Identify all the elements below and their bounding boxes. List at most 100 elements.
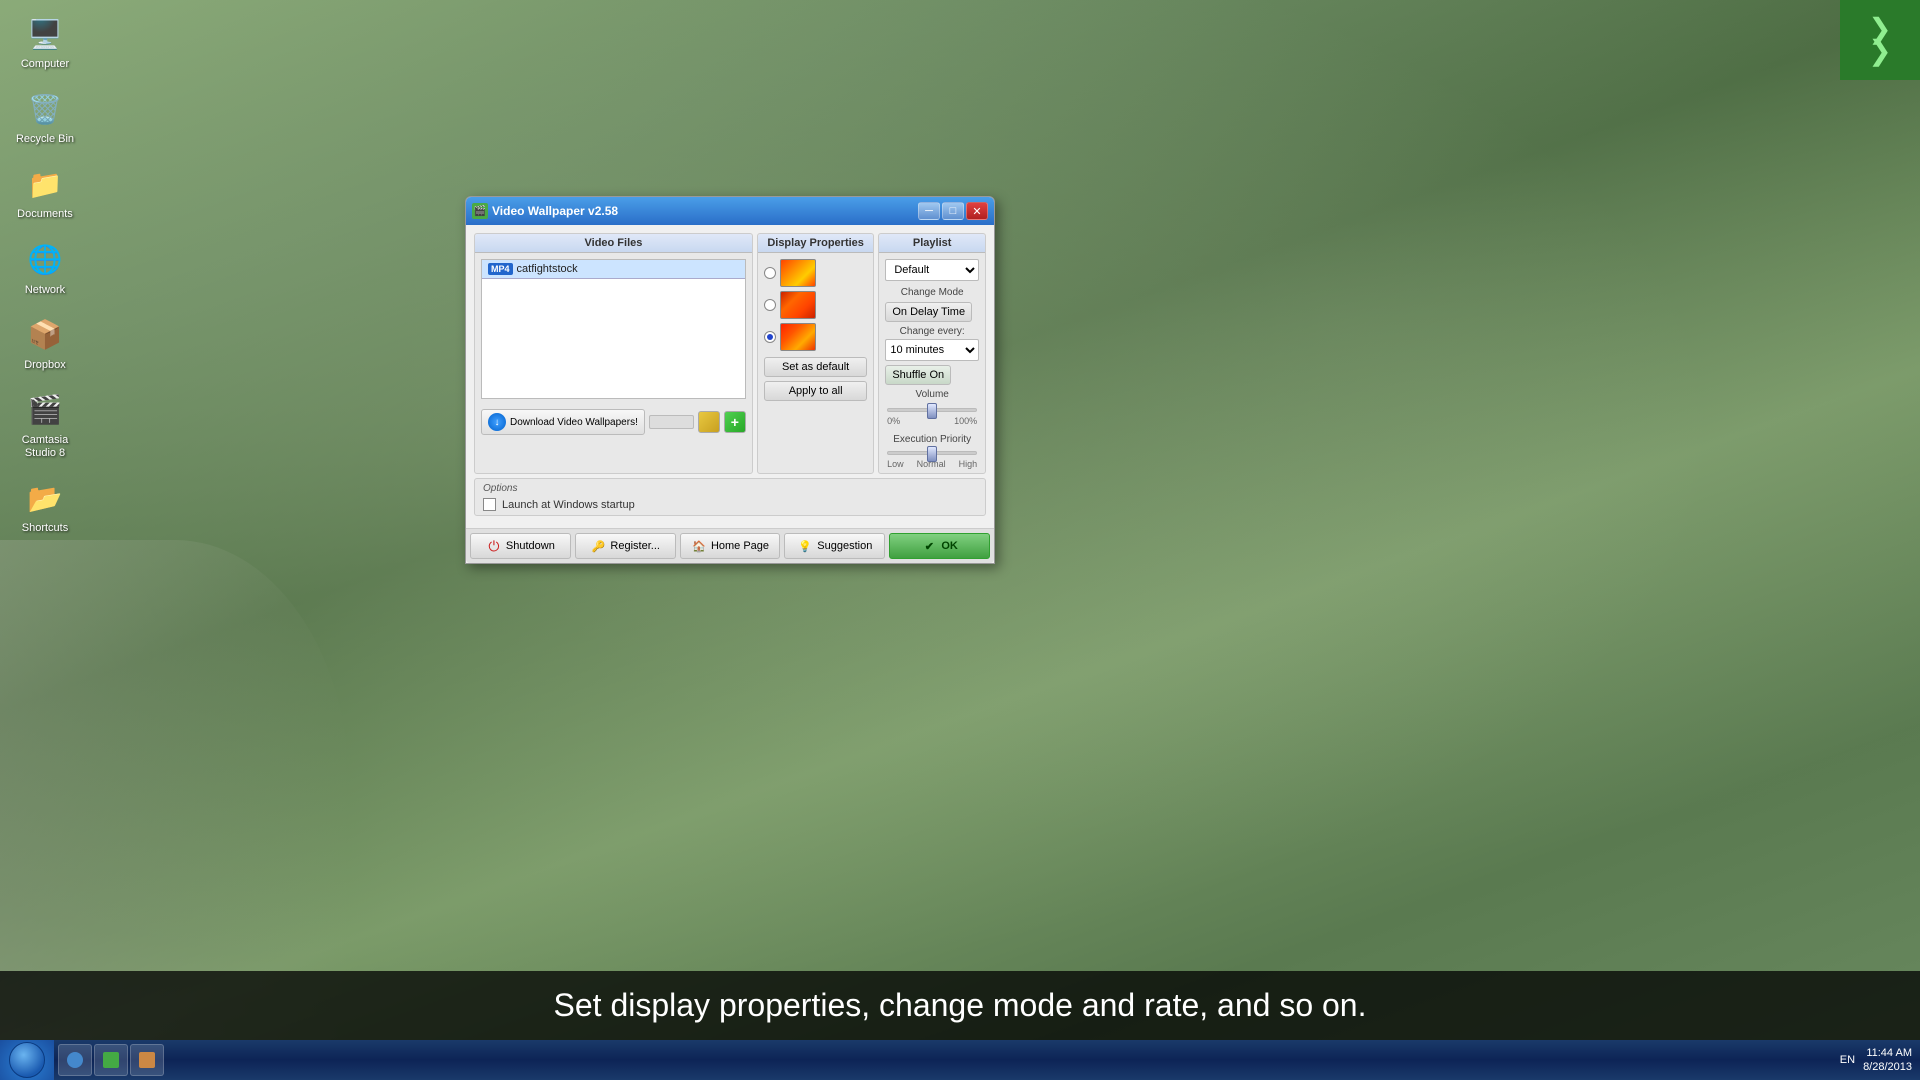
launch-startup-label: Launch at Windows startup [502, 499, 635, 511]
desktop-icon-network[interactable]: 🌐 Network [10, 236, 80, 301]
caption-bar: Set display properties, change mode and … [0, 971, 1920, 1040]
desktop-icon-computer[interactable]: 🖥️ Computer [10, 10, 80, 75]
volume-slider-track[interactable] [887, 408, 977, 412]
radio-btn-2[interactable] [764, 299, 776, 311]
video-controls: ↓ Download Video Wallpapers! + [475, 405, 752, 439]
caption-text: Set display properties, change mode and … [554, 987, 1367, 1023]
home-page-button[interactable]: 🏠 Home Page [680, 533, 781, 559]
priority-low-label: Low [887, 459, 904, 469]
thumbnail-3[interactable] [780, 323, 816, 351]
network-icon: 🌐 [25, 240, 65, 280]
taskbar-language: EN [1840, 1054, 1855, 1066]
computer-label: Computer [21, 58, 69, 71]
volume-section: Volume 0% 100% [879, 385, 985, 430]
set-as-default-button[interactable]: Set as default [764, 357, 867, 377]
desktop-icon-shortcuts[interactable]: 📂 Shortcuts [10, 474, 80, 539]
shutdown-button[interactable]: ⏻ Shutdown [470, 533, 571, 559]
taskbar-clock: 11:44 AM 8/28/2013 [1863, 1046, 1912, 1075]
desktop-icon-camtasia[interactable]: 🎬 Camtasia Studio 8 [10, 386, 80, 464]
priority-slider-track[interactable] [887, 451, 977, 455]
desktop-icon-dropbox[interactable]: 📦 Dropbox [10, 311, 80, 376]
recycle-bin-icon: 🗑️ [25, 89, 65, 129]
options-title: Options [483, 483, 977, 494]
display-action-buttons: Set as default Apply to all [758, 357, 873, 407]
shutdown-icon: ⏻ [486, 538, 502, 554]
download-button[interactable]: ↓ Download Video Wallpapers! [481, 409, 645, 435]
shuffle-button[interactable]: Shuffle On [885, 365, 951, 385]
desktop-icon-documents[interactable]: 📁 Documents [10, 160, 80, 225]
playlist-dropdown-row: Default [885, 259, 979, 281]
display-props-panel: Display Properties [757, 233, 874, 474]
video-file-badge: MP4 [488, 263, 513, 275]
ok-button[interactable]: ✔ OK [889, 533, 990, 559]
shortcuts-icon: 📂 [25, 478, 65, 518]
priority-slider-thumb[interactable] [927, 446, 937, 462]
playlist-select[interactable]: Default [885, 259, 979, 281]
execution-priority-title: Execution Priority [885, 434, 979, 445]
corner-widget[interactable]: ❯ ❯ [1840, 0, 1920, 80]
taskbar-item-icon-3 [139, 1052, 155, 1068]
change-every-select[interactable]: 10 minutes [885, 339, 979, 361]
playlist-header: Playlist [879, 234, 985, 253]
taskbar-item-2[interactable] [94, 1044, 128, 1076]
ok-label: OK [941, 540, 958, 552]
volume-min-label: 0% [887, 416, 900, 426]
download-label: Download Video Wallpapers! [510, 417, 638, 428]
options-section: Options Launch at Windows startup [474, 478, 986, 516]
main-sections-row: Video Files MP4 catfightstock ↓ Download… [474, 233, 986, 474]
execution-priority-section: Execution Priority Low Normal High [879, 430, 985, 473]
priority-high-label: High [959, 459, 978, 469]
taskbar-right: EN 11:44 AM 8/28/2013 [1832, 1046, 1920, 1075]
radio-btn-3[interactable] [764, 331, 776, 343]
video-files-list[interactable]: MP4 catfightstock [481, 259, 746, 399]
display-props-header: Display Properties [758, 234, 873, 253]
suggestion-icon: 💡 [797, 538, 813, 554]
launch-startup-row: Launch at Windows startup [483, 498, 977, 511]
start-orb-icon [9, 1042, 45, 1078]
minimize-button[interactable]: ─ [918, 202, 940, 220]
taskbar-item-icon-1 [67, 1052, 83, 1068]
thumb-row-1 [764, 259, 867, 287]
thumbnail-1[interactable] [780, 259, 816, 287]
volume-slider-container: 0% 100% [885, 404, 979, 426]
thumbnail-2[interactable] [780, 291, 816, 319]
volume-max-label: 100% [954, 416, 977, 426]
dialog-app-icon: 🎬 [472, 203, 488, 219]
apply-to-all-button[interactable]: Apply to all [764, 381, 867, 401]
close-button[interactable]: ✕ [966, 202, 988, 220]
dropbox-icon: 📦 [25, 315, 65, 355]
dialog-titlebar: 🎬 Video Wallpaper v2.58 ─ □ ✕ [466, 197, 994, 225]
radio-btn-1[interactable] [764, 267, 776, 279]
desktop-icon-recycle-bin[interactable]: 🗑️ Recycle Bin [10, 85, 80, 150]
video-files-header: Video Files [475, 234, 752, 253]
maximize-button[interactable]: □ [942, 202, 964, 220]
on-delay-time-button[interactable]: On Delay Time [885, 302, 972, 322]
register-label: Register... [610, 540, 660, 552]
dropbox-label: Dropbox [24, 359, 66, 372]
dialog-body: Video Files MP4 catfightstock ↓ Download… [466, 225, 994, 528]
chevron-down-icon-2: ❯ [1868, 40, 1891, 62]
home-icon: 🏠 [691, 538, 707, 554]
add-video-button[interactable]: + [724, 411, 746, 433]
change-every-label: Change every: [885, 326, 979, 337]
camtasia-label: Camtasia Studio 8 [14, 434, 76, 460]
documents-icon: 📁 [25, 164, 65, 204]
suggestion-button[interactable]: 💡 Suggestion [784, 533, 885, 559]
dialog-title: Video Wallpaper v2.58 [492, 204, 914, 218]
taskbar-item-1[interactable] [58, 1044, 92, 1076]
launch-startup-checkbox[interactable] [483, 498, 496, 511]
start-button[interactable] [0, 1040, 54, 1080]
computer-icon: 🖥️ [25, 14, 65, 54]
taskbar-item-3[interactable] [130, 1044, 164, 1076]
change-mode-section: Change Mode On Delay Time Change every: … [879, 287, 985, 385]
color-button[interactable] [698, 411, 720, 433]
priority-slider-container: Low Normal High [885, 447, 979, 469]
suggestion-label: Suggestion [817, 540, 872, 552]
taskbar-items [54, 1040, 1832, 1080]
volume-slider-thumb[interactable] [927, 403, 937, 419]
video-file-item[interactable]: MP4 catfightstock [482, 260, 745, 279]
register-button[interactable]: 🔑 Register... [575, 533, 676, 559]
taskbar-time: 11:44 AM [1863, 1046, 1912, 1060]
shutdown-label: Shutdown [506, 540, 555, 552]
home-page-label: Home Page [711, 540, 769, 552]
